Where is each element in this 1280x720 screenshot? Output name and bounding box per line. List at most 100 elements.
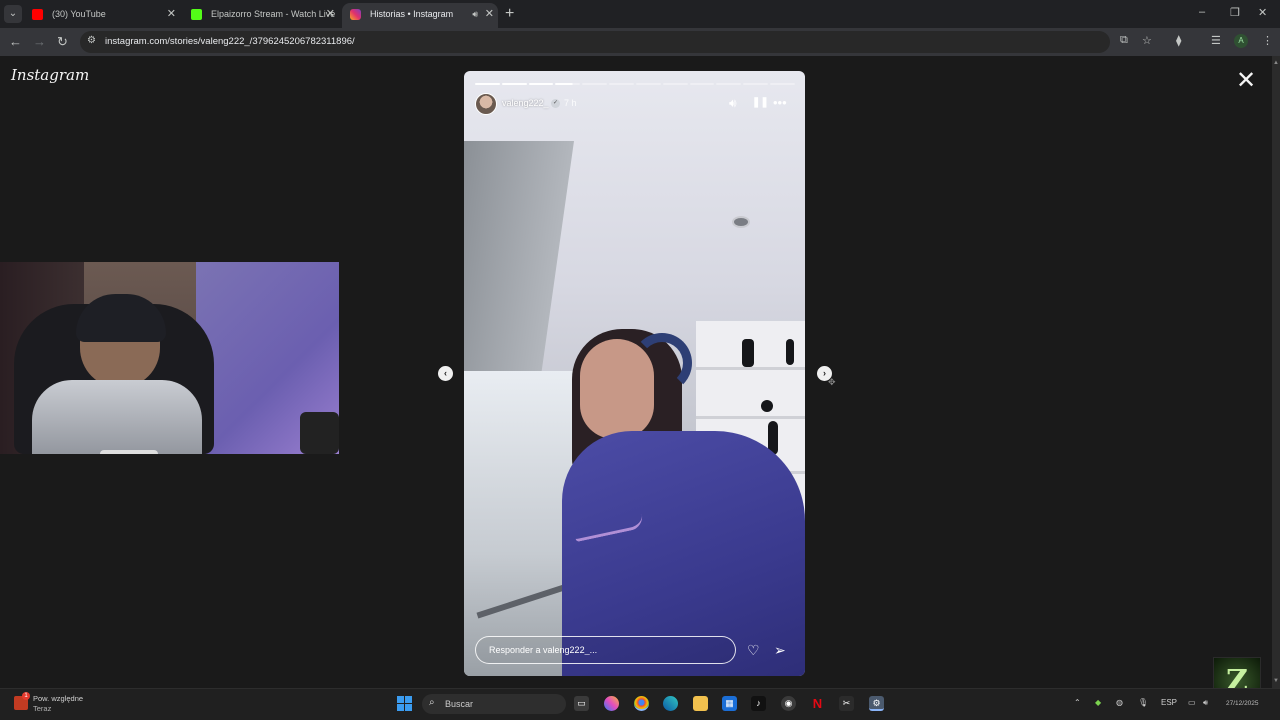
profile-avatar[interactable]: A (1234, 34, 1248, 48)
notification-subtitle: Teraz (33, 704, 52, 713)
story-progress-segment (716, 83, 742, 85)
url-text[interactable]: instagram.com/stories/valeng222_/3796245… (105, 31, 355, 53)
story-progress-segment (609, 83, 634, 85)
close-tab-icon[interactable]: ✕ (326, 3, 335, 25)
close-tab-icon[interactable]: ✕ (485, 3, 494, 25)
taskbar-date[interactable]: 27/12/2025 (1226, 700, 1259, 707)
taskbar-notification[interactable]: 1 Pow. względne Teraz (14, 692, 104, 716)
notification-badge: 1 (22, 692, 30, 700)
tab-label: Elpaizorro Stream - Watch Live (211, 9, 336, 19)
task-view-icon[interactable]: ▭ (574, 696, 589, 711)
language-indicator[interactable]: ESP (1161, 698, 1177, 707)
story-time: 7 h (564, 98, 577, 108)
story-progress-segment (501, 83, 527, 85)
back-icon[interactable]: ← (9, 33, 22, 51)
new-tab-button[interactable]: + (505, 3, 514, 25)
instagram-icon (350, 9, 361, 20)
story-username[interactable]: valeng222_ (502, 98, 549, 108)
close-icon[interactable]: ✕ (1236, 68, 1256, 94)
kick-icon (191, 9, 202, 20)
search-placeholder: Buscar (445, 699, 474, 709)
store-icon[interactable]: ▦ (722, 696, 737, 711)
tiktok-icon[interactable]: ♪ (751, 696, 766, 711)
windows-logo-tile (405, 696, 412, 703)
streamer (32, 288, 202, 454)
menu-icon[interactable]: ⋮ (1262, 34, 1273, 47)
nvidia-icon[interactable]: ◆ (1095, 698, 1101, 707)
vase (786, 339, 794, 365)
avatar[interactable] (475, 93, 497, 115)
tab-youtube[interactable]: (30) YouTube ✕ (24, 3, 180, 25)
tab-kick-stream[interactable]: Elpaizorro Stream - Watch Live ✕ (183, 3, 339, 25)
windows-logo-tile (397, 704, 404, 711)
obs-icon[interactable]: ◉ (781, 696, 796, 711)
tab-bar: ⌄ (30) YouTube ✕ Elpaizorro Stream - Wat… (0, 0, 1280, 28)
monitor-icon[interactable]: ▭ (1188, 698, 1196, 707)
close-tab-icon[interactable]: ✕ (167, 3, 176, 25)
taskbar-search[interactable]: ⌕ Buscar (422, 694, 566, 714)
media-controls-icon[interactable]: ☰ (1211, 34, 1221, 47)
story-progress-segment (582, 83, 608, 85)
story-media[interactable] (464, 71, 805, 676)
webcam-overlay (0, 262, 339, 454)
capcut-icon[interactable]: ✂ (839, 696, 854, 711)
streamer-cap (76, 294, 166, 342)
browser-toolbar: ← → ↻ ⚙ instagram.com/stories/valeng222_… (0, 28, 1280, 56)
notification-title: Pow. względne (33, 694, 84, 703)
story-progress-segment (770, 83, 795, 85)
reply-input[interactable] (489, 643, 719, 657)
forward-icon[interactable]: → (33, 33, 46, 51)
bookmark-star-icon[interactable]: ☆ (1142, 34, 1152, 47)
tab-label: (30) YouTube (52, 9, 106, 19)
story-progress-segment (743, 83, 769, 85)
cup (100, 450, 158, 454)
instagram-logo[interactable]: Instagram (11, 66, 89, 84)
story-progress-segment (662, 83, 688, 85)
site-info-icon[interactable]: ⚙ (87, 35, 96, 46)
restore-icon[interactable]: ❐ (1230, 6, 1240, 19)
edge-icon[interactable] (663, 696, 678, 711)
scroll-down-icon[interactable]: ▼ (1272, 678, 1280, 684)
netflix-icon[interactable]: N (810, 696, 825, 711)
start-button[interactable] (397, 696, 412, 711)
address-bar[interactable]: ⚙ instagram.com/stories/valeng222_/37962… (80, 31, 1110, 53)
scrollbar[interactable] (1272, 56, 1280, 688)
verified-badge-icon: ✓ (551, 99, 560, 108)
windows-logo-tile (405, 704, 412, 711)
tab-search-button[interactable]: ⌄ (4, 5, 22, 23)
send-icon[interactable]: ➢ (774, 642, 786, 658)
mic-icon[interactable]: 🎙︎ (1138, 698, 1148, 707)
tab-label: Historias • Instagram (370, 9, 454, 19)
search-icon: ⌕ (429, 697, 435, 708)
shelf-board (696, 416, 805, 419)
story-progress-segment (635, 83, 661, 85)
story-progress-bar (475, 83, 795, 85)
copilot-icon[interactable] (604, 696, 619, 711)
close-window-icon[interactable]: ✕ (1258, 6, 1267, 19)
speaker-icon[interactable]: 🔊︎ (472, 3, 478, 25)
microphone (300, 412, 339, 454)
minimize-icon[interactable]: – (1199, 6, 1205, 18)
heart-icon[interactable]: ♡ (747, 642, 760, 658)
reload-icon[interactable]: ↻ (57, 33, 68, 51)
extensions-icon[interactable]: ⧫ (1176, 34, 1181, 47)
previous-story-button[interactable]: ‹ (438, 366, 453, 381)
reply-field-container[interactable] (475, 636, 736, 664)
tab-instagram-stories[interactable]: Historias • Instagram 🔊︎ ✕ (342, 3, 498, 28)
scroll-up-icon[interactable]: ▲ (1272, 60, 1280, 66)
youtube-icon (32, 9, 43, 20)
story-progress-segment (689, 83, 715, 85)
story-progress-segment (475, 83, 500, 85)
chevron-up-icon[interactable]: ⌃ (1074, 698, 1081, 707)
install-app-icon[interactable]: ⧉ (1120, 34, 1128, 47)
settings-icon[interactable]: ⚙ (869, 696, 884, 711)
story-progress-segment (528, 83, 554, 85)
file-explorer-icon[interactable] (693, 696, 708, 711)
vase (742, 339, 754, 367)
more-icon[interactable]: ••• (773, 96, 787, 110)
network-icon[interactable]: ◍ (1116, 698, 1123, 707)
pause-icon[interactable]: ❚❚ (752, 96, 769, 110)
speaker-icon[interactable]: 🔊︎ (729, 96, 737, 110)
volume-icon[interactable]: 🔊︎ (1203, 698, 1208, 708)
chrome-icon[interactable] (634, 696, 649, 711)
